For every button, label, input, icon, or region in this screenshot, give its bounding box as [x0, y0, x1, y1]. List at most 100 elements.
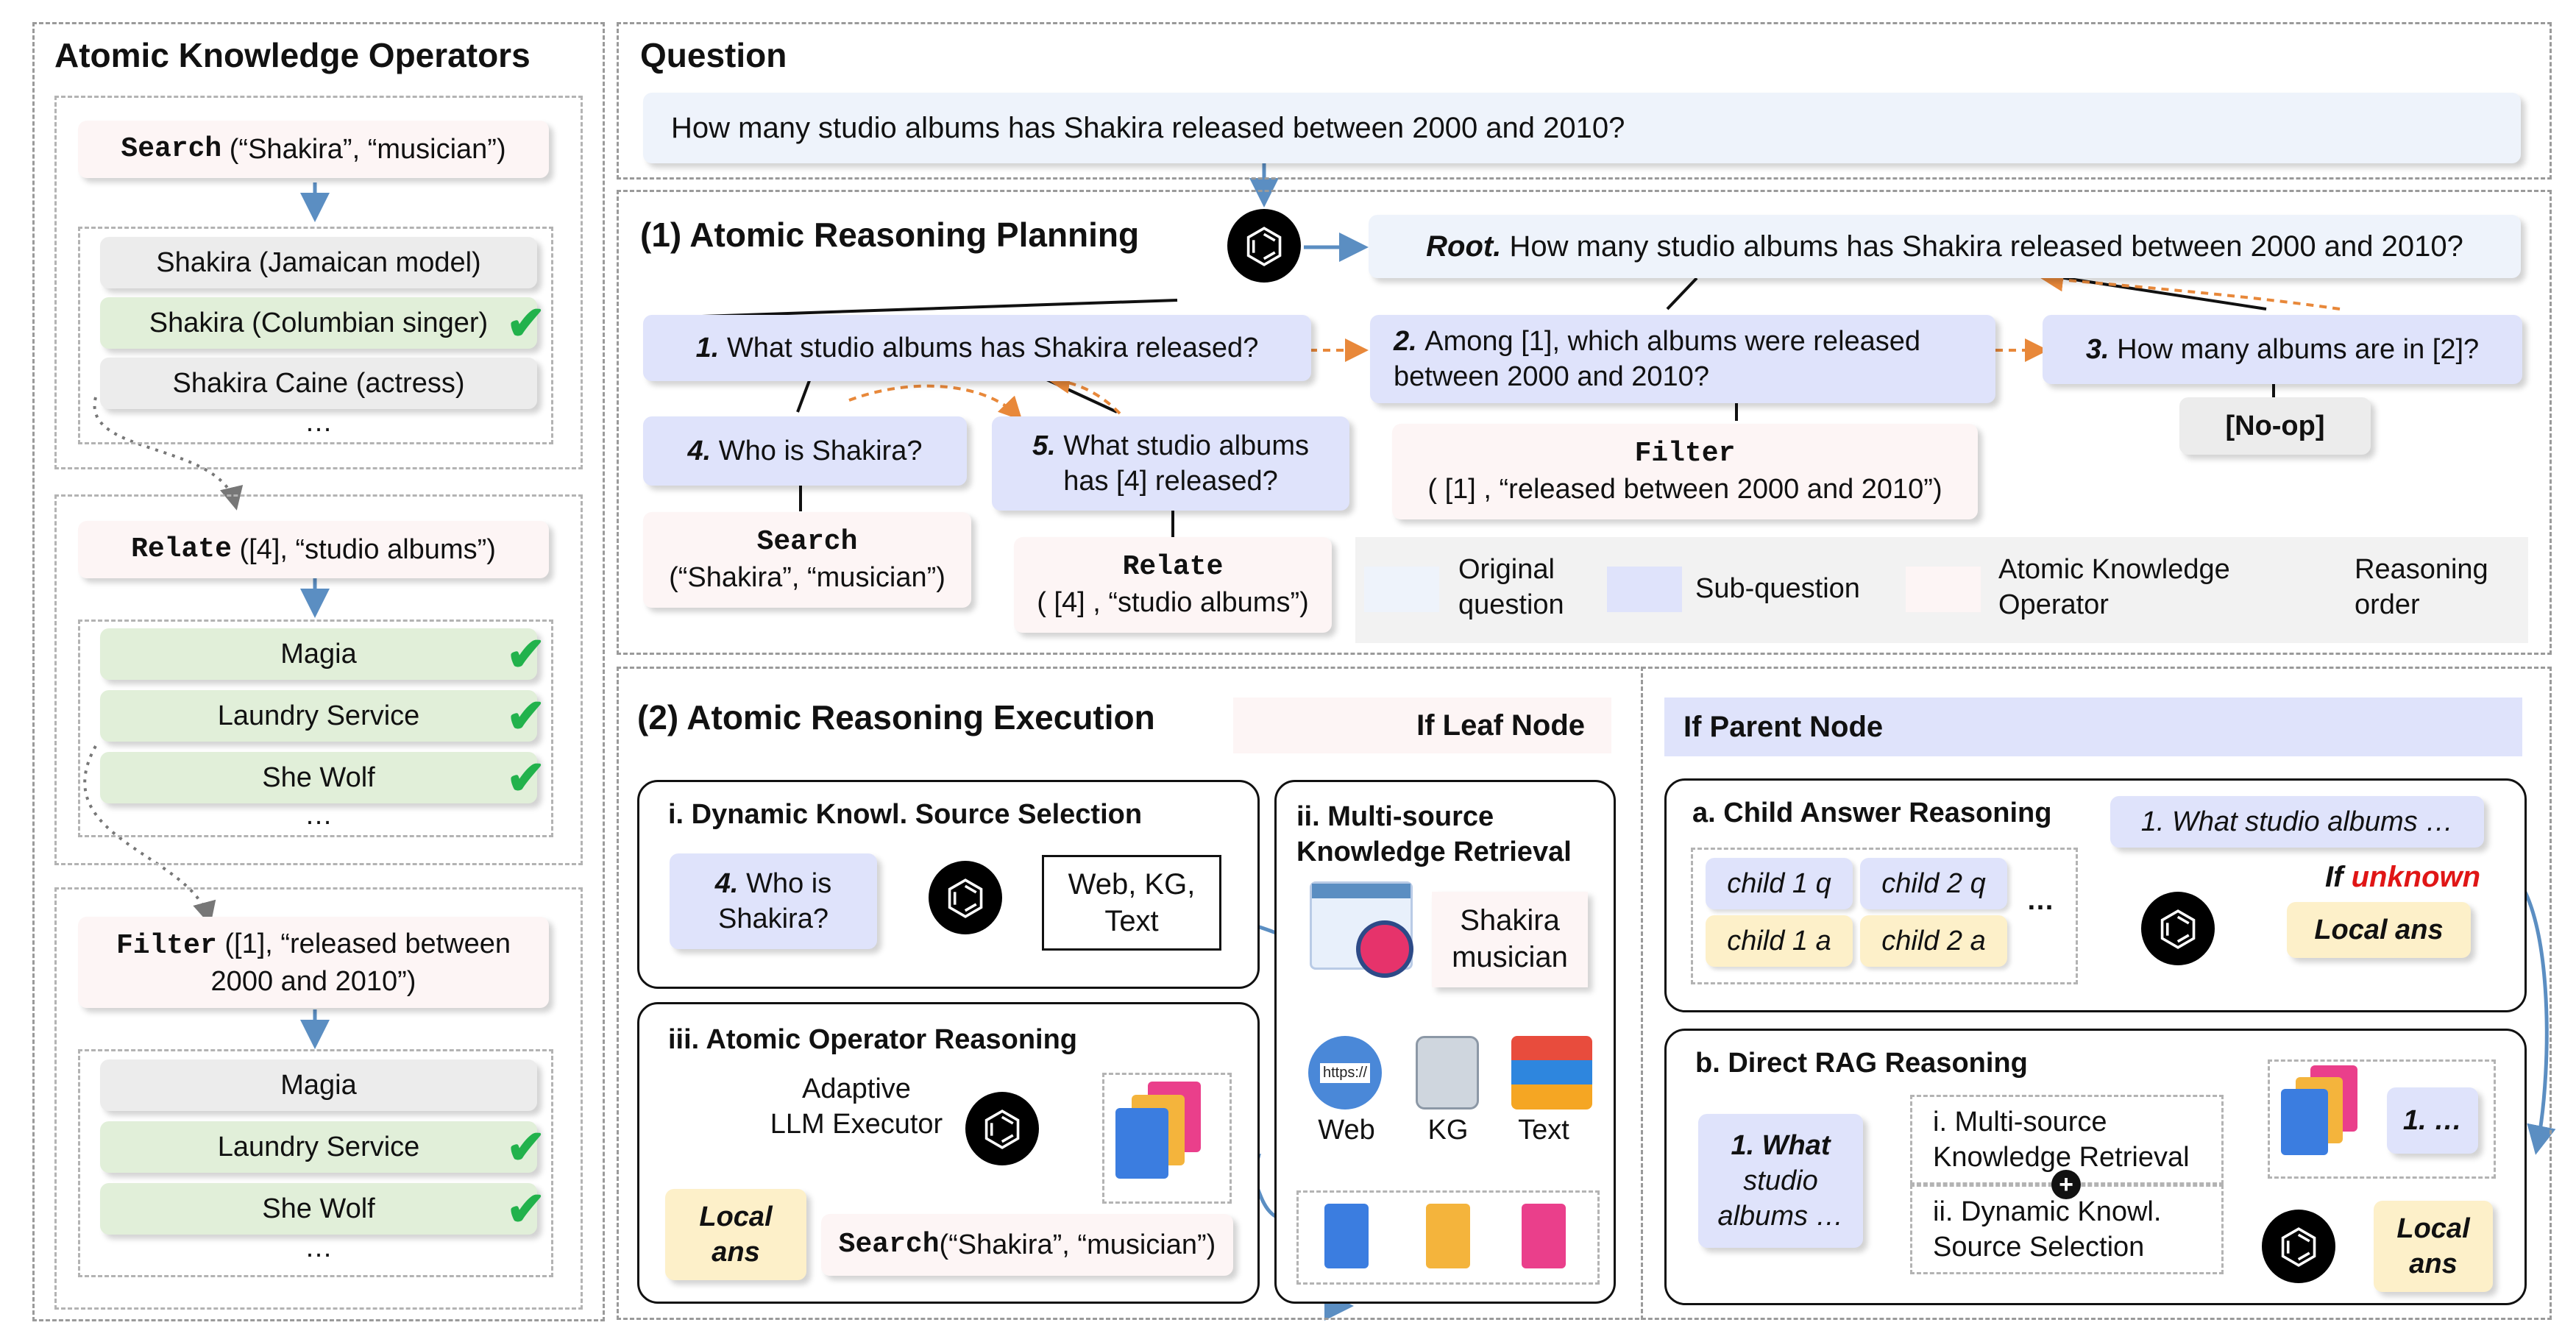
result-entity: She Wolf	[100, 1183, 537, 1235]
subq-5-num: 5.	[1032, 430, 1056, 461]
result-entity: Laundry Service	[100, 1121, 537, 1173]
check-icon: ✔	[506, 689, 546, 742]
doc-icon	[2281, 1089, 2328, 1155]
text-label: Text	[1518, 1115, 1569, 1146]
legend-original-label: Original question	[1458, 552, 1564, 622]
llm-icon: ⌬	[2262, 1210, 2335, 1283]
rag-question: 1. What studio albums …	[1698, 1114, 1863, 1248]
child-1-a: child 1 a	[1706, 915, 1853, 967]
noop-operator: [No-op]	[2179, 397, 2371, 455]
filter-node-args: ( [1] , “released between 2000 and 2010”…	[1427, 474, 1942, 505]
text-books-icon	[1511, 1036, 1592, 1110]
result-entity: Laundry Service	[100, 690, 537, 742]
check-icon: ✔	[506, 1182, 546, 1235]
executor-label-1: Adaptive	[802, 1073, 911, 1104]
https-label: https://	[1319, 1062, 1371, 1083]
subq-2: 2. Among [1], which albums were released…	[1370, 315, 1995, 403]
subq-3: 3. How many albums are in [2]?	[2043, 315, 2522, 384]
search-node-args: (“Shakira”, “musician”)	[669, 562, 945, 593]
legend-order-line-1: Reasoning	[2355, 554, 2488, 585]
child-2-a: child 2 a	[1860, 915, 2007, 967]
web-doc-icon	[1324, 1204, 1369, 1268]
llm-icon: ⌬	[1227, 209, 1301, 283]
subq-4: 4. Who is Shakira?	[643, 416, 967, 486]
retrieval-title-1: ii. Multi-source	[1296, 801, 1494, 832]
relate-op-name: Relate	[131, 533, 232, 565]
subq-2-text-1: Among [1], which albums were released	[1424, 326, 1921, 357]
root-label: Root.	[1426, 230, 1502, 263]
retrieval-query-1: Shakira	[1460, 904, 1560, 937]
child-1-q: child 1 q	[1706, 858, 1853, 909]
retrieval-title-2: Knowledge Retrieval	[1296, 837, 1572, 867]
operator-reasoning-title: iii. Atomic Operator Reasoning	[668, 1024, 1078, 1055]
source-selection-title: i. Dynamic Knowl. Source Selection	[668, 799, 1143, 830]
retrieval-title: ii. Multi-source Knowledge Retrieval	[1296, 799, 1572, 870]
rag-title: b. Direct RAG Reasoning	[1695, 1048, 2028, 1079]
sources-line-1: Web, KG,	[1068, 868, 1196, 901]
text-doc-icon	[1522, 1204, 1566, 1268]
exec-subq-4: 4. Who is Shakira?	[670, 853, 877, 949]
legend-subq-swatch	[1607, 567, 1682, 612]
operators-title: Atomic Knowledge Operators	[54, 36, 531, 74]
doc-icon	[1115, 1108, 1168, 1179]
kg-doc-icon	[1426, 1204, 1470, 1268]
legend-original-line-2: question	[1458, 589, 1564, 620]
executor-label-2: LLM Executor	[770, 1109, 943, 1140]
subq-4-num: 4.	[687, 436, 712, 466]
local-answer: Local ans	[665, 1189, 806, 1280]
rag-step-selection-1: ii. Dynamic Knowl.	[1933, 1196, 2162, 1227]
filter-op-name: Filter	[116, 929, 217, 962]
exec-search-args: (“Shakira”, “musician”)	[939, 1229, 1216, 1260]
result-ellipsis: …	[305, 407, 333, 438]
rag-step-retrieval-2: Knowledge Retrieval	[1933, 1142, 2190, 1173]
search-node-name: Search	[756, 526, 858, 558]
exec-search-operator: Search (“Shakira”, “musician”)	[821, 1214, 1233, 1276]
search-op-name: Search	[121, 133, 222, 165]
check-icon: ✔	[506, 297, 546, 349]
local-answer-1: Local	[699, 1201, 773, 1232]
filter-op-args-1: ([1], “released between	[224, 928, 511, 959]
llm-icon: ⌬	[2141, 892, 2215, 965]
result-ellipsis: …	[305, 1232, 333, 1263]
subq-1: 1. What studio albums has Shakira releas…	[643, 315, 1311, 381]
child-reasoning-title: a. Child Answer Reasoning	[1692, 798, 2052, 828]
root-question: Root. How many studio albums has Shakira…	[1369, 215, 2521, 278]
subq-5-text-1: What studio albums	[1063, 430, 1309, 461]
legend-original-swatch	[1364, 567, 1439, 612]
result-entity: Shakira (Jamaican model)	[100, 237, 537, 288]
search-operator: Search (“Shakira”, “musician”)	[78, 121, 549, 178]
web-globe-icon: https://	[1308, 1036, 1382, 1110]
kg-database-icon	[1416, 1036, 1479, 1110]
result-entity: She Wolf	[100, 752, 537, 803]
rag-local-answer-2: ans	[2409, 1249, 2458, 1279]
planning-title: (1) Atomic Reasoning Planning	[640, 216, 1140, 254]
execution-title: (2) Atomic Reasoning Execution	[637, 698, 1155, 736]
search-operator-node: Search (“Shakira”, “musician”)	[643, 512, 971, 608]
parent-node-label: If Parent Node	[1664, 697, 2522, 756]
legend-operator-line-2: Operator	[1998, 589, 2109, 620]
if-word: If	[2325, 861, 2343, 893]
llm-icon: ⌬	[965, 1092, 1039, 1165]
retrieval-query-2: musician	[1452, 941, 1568, 973]
result-entity: Magia	[100, 628, 537, 680]
result-entity: Magia	[100, 1059, 537, 1111]
exec-subq-4-text-2: Shakira?	[718, 903, 828, 934]
executor-label: Adaptive LLM Executor	[753, 1071, 959, 1142]
relate-op-args: ([4], “studio albums”)	[239, 534, 496, 565]
legend-subq-label: Sub-question	[1695, 573, 1860, 604]
legend-order-line-2: order	[2355, 589, 2420, 620]
legend-operator-line-1: Atomic Knowledge	[1998, 554, 2230, 585]
exec-subq-4-num: 4.	[714, 868, 739, 899]
result-entity: Shakira Caine (actress)	[100, 358, 537, 409]
execution-divider	[1641, 667, 1643, 1320]
relate-operator: Relate ([4], “studio albums”)	[78, 521, 549, 578]
rag-question-3: albums …	[1717, 1201, 1844, 1232]
unknown-word: unknown	[2351, 861, 2481, 893]
subq-3-text: How many albums are in [2]?	[2117, 334, 2480, 365]
search-op-args: (“Shakira”, “musician”)	[229, 134, 506, 165]
relate-node-args: ( [4] , “studio albums”)	[1037, 587, 1309, 618]
kg-label: KG	[1427, 1115, 1469, 1146]
local-answer-2: ans	[712, 1237, 760, 1268]
filter-operator: Filter ([1], “released between 2000 and …	[78, 917, 549, 1008]
filter-op-args-2: 2000 and 2010”)	[210, 965, 416, 997]
